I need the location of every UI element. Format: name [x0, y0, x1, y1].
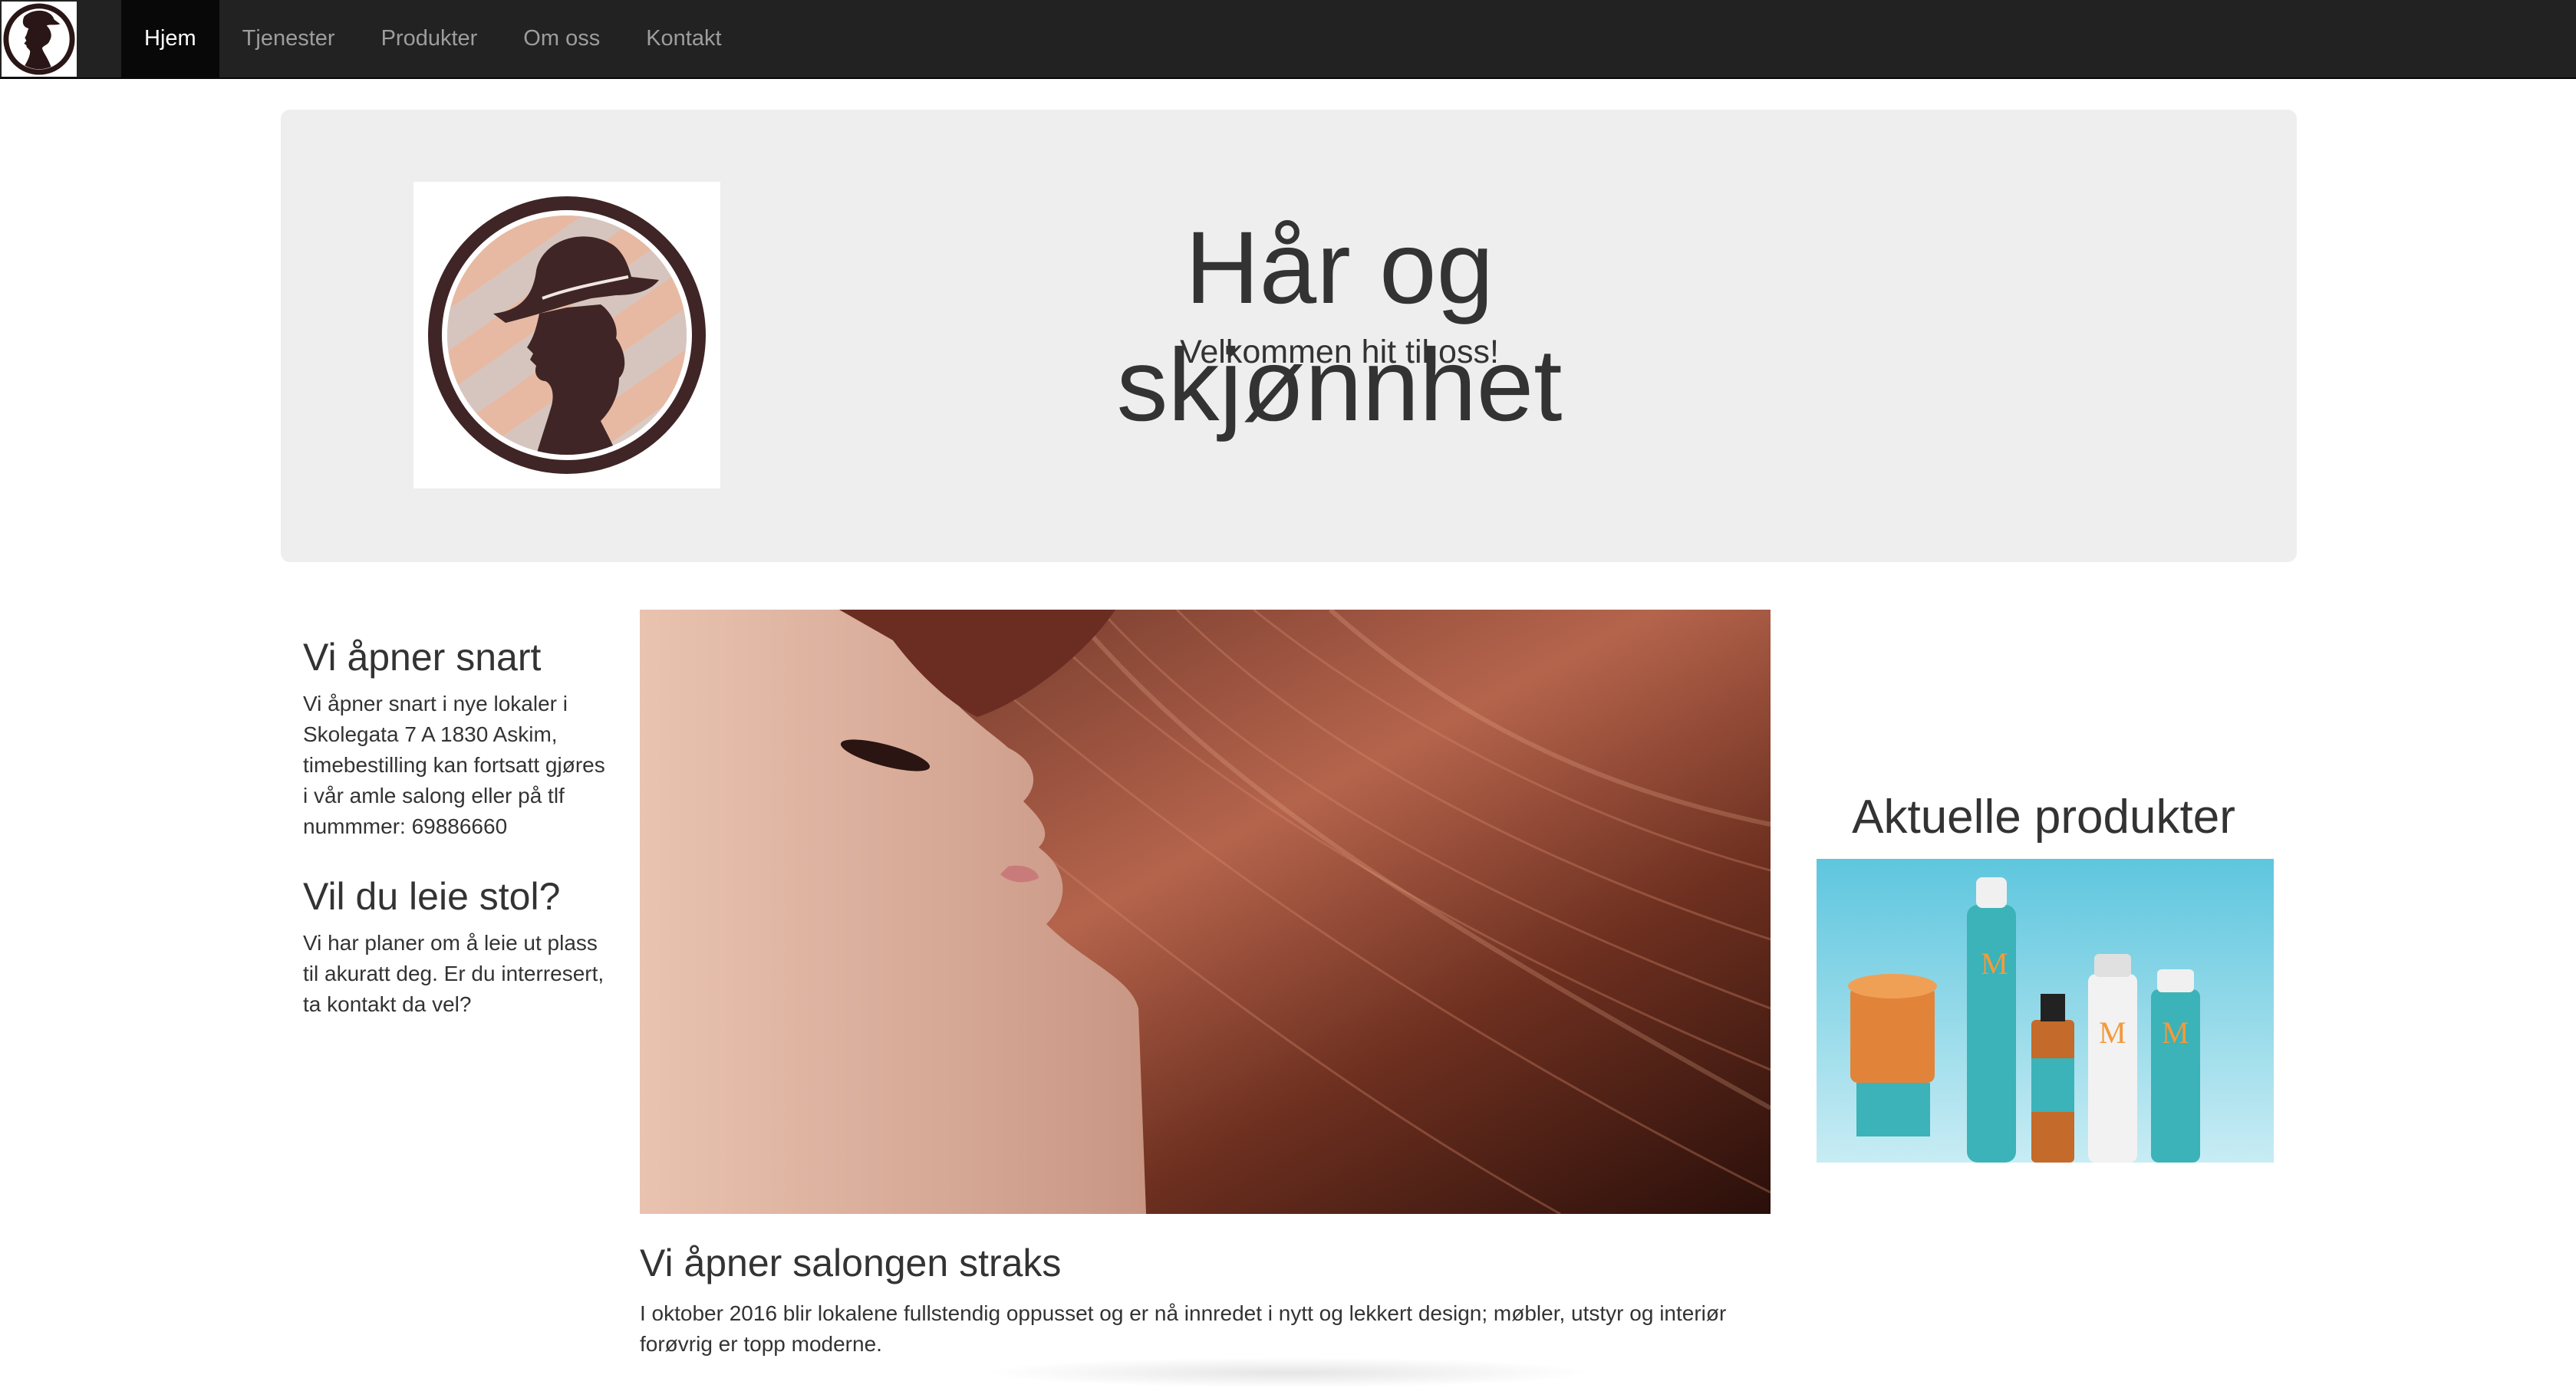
- sidebar-section-opening: Vi åpner snart Vi åpner snart i nye loka…: [303, 635, 606, 842]
- products-image: M M M: [1817, 859, 2274, 1163]
- navbar: Hjem Tjenester Produkter Om oss Kontakt: [0, 0, 2576, 79]
- nav-item-hjem[interactable]: Hjem: [121, 0, 219, 77]
- lady-with-hat-logo-icon: [428, 196, 706, 474]
- brand-logo[interactable]: [2, 2, 77, 77]
- nav-item-kontakt[interactable]: Kontakt: [623, 0, 744, 77]
- bottom-shadow: [982, 1357, 1596, 1388]
- svg-text:M: M: [2099, 1015, 2126, 1050]
- nav-item-tjenester[interactable]: Tjenester: [219, 0, 358, 77]
- sidebar-section-rent-chair: Vil du leie stol? Vi har planer om å lei…: [303, 874, 606, 1020]
- product-bottles-photo: M M M: [1817, 859, 2274, 1163]
- page-subtitle: Velkommen hit til oss!: [1180, 334, 1499, 370]
- svg-text:M: M: [2162, 1015, 2189, 1050]
- hero-image: [640, 610, 1771, 1214]
- main-nav: Hjem Tjenester Produkter Om oss Kontakt: [121, 0, 745, 77]
- sidebar-text: Vi har planer om å leie ut plass til aku…: [303, 931, 604, 1016]
- article-title: Vi åpner salongen straks: [640, 1242, 1062, 1284]
- sidebar-text: Vi åpner snart i nye lokaler i Skolegata…: [303, 692, 605, 838]
- nav-item-produkter[interactable]: Produkter: [358, 0, 501, 77]
- lady-silhouette-icon: [3, 3, 75, 75]
- nav-item-om-oss[interactable]: Om oss: [500, 0, 623, 77]
- sidebar-heading: Vi åpner snart: [303, 636, 542, 679]
- sidebar-heading: Vil du leie stol?: [303, 875, 561, 918]
- salon-logo: [413, 182, 720, 488]
- jumbotron: Hår og skjønnhet Velkommen hit til oss!: [281, 110, 2297, 562]
- article-text: I oktober 2016 blir lokalene fullstendig…: [640, 1301, 1727, 1356]
- svg-text:M: M: [1981, 946, 2008, 981]
- hair-model-photo: [640, 610, 1771, 1214]
- products-heading: Aktuelle produkter: [1852, 791, 2235, 844]
- page-title: Hår og skjønnhet: [1116, 211, 1563, 442]
